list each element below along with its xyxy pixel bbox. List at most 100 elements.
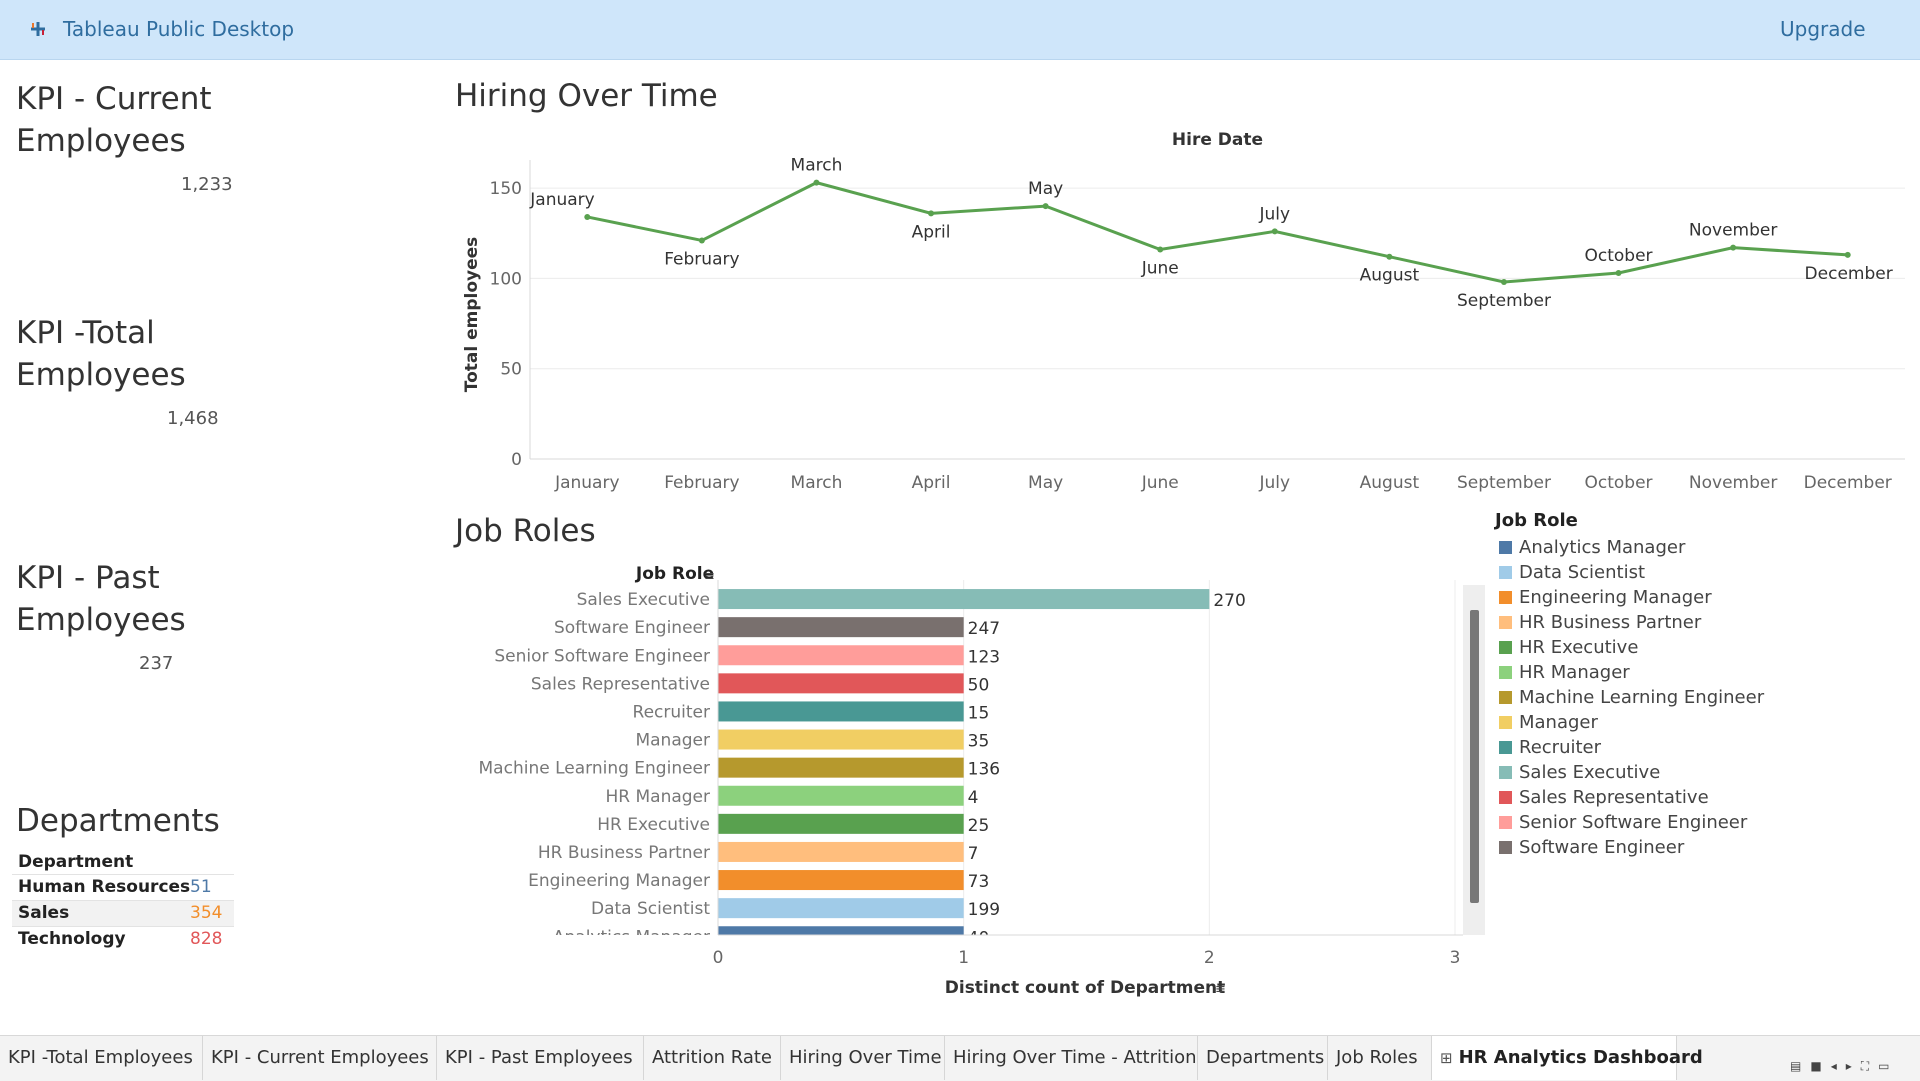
legend-item[interactable]: Sales Representative (1495, 785, 1915, 810)
job-role-column-header: Job Role (635, 564, 714, 584)
legend-label: Sales Executive (1519, 762, 1661, 783)
sort-icon: ≡ (704, 569, 715, 584)
tab-hiring-over-time[interactable]: Hiring Over Time (781, 1036, 945, 1080)
show-sheet-sorter-icon[interactable]: ■ (1810, 1059, 1830, 1073)
tab-hr-analytics-dashboard[interactable]: ⊞ HR Analytics Dashboard (1432, 1036, 1703, 1080)
app-header: Tableau Public Desktop Upgrade (0, 0, 1920, 60)
job-role-label: Engineering Manager (528, 871, 710, 891)
legend-label: Data Scientist (1519, 562, 1645, 583)
data-label: April (912, 222, 951, 242)
bar-value-label: 25 (968, 816, 990, 836)
bar-value-label: 270 (1213, 591, 1245, 611)
legend-item[interactable]: Recruiter (1495, 735, 1915, 760)
legend-item[interactable]: HR Executive (1495, 635, 1915, 660)
hiring-line-chart[interactable]: 0 50 100 150 Hire Date Total employees January… (455, 125, 1910, 510)
x-tick-label: December (1804, 473, 1892, 493)
dashboard-icon: ⊞ (1440, 1049, 1453, 1067)
tab-attrition-rate[interactable]: Attrition Rate (644, 1036, 781, 1080)
bar-value-label: 247 (968, 619, 1000, 639)
show-filmstrip-icon[interactable]: ▤ (1790, 1059, 1810, 1073)
table-row[interactable]: Human Resources 51 (12, 874, 234, 900)
legend-item[interactable]: Senior Software Engineer (1495, 810, 1915, 835)
tab-kpi-total-employees[interactable]: KPI -Total Employees (0, 1036, 203, 1080)
data-label: December (1805, 264, 1893, 284)
x-tick-label: September (1457, 473, 1551, 493)
table-row[interactable]: Sales 354 (12, 900, 234, 926)
job-role-bar (718, 617, 964, 638)
y-tick-label: 50 (500, 360, 522, 380)
x-axis-title: Distinct count of Department (945, 978, 1226, 998)
legend-swatch (1499, 766, 1512, 779)
tab-hiring-over-time-attrition[interactable]: Hiring Over Time - Attrition (945, 1036, 1198, 1080)
legend-label: Recruiter (1519, 737, 1602, 758)
legend-swatch (1499, 616, 1512, 629)
prev-sheet-icon[interactable]: ◂ (1831, 1059, 1846, 1073)
y-tick-label: 0 (511, 450, 522, 470)
x-tick-label: February (664, 473, 739, 493)
scrollbar-thumb[interactable] (1470, 610, 1479, 903)
next-sheet-icon[interactable]: ▸ (1846, 1059, 1861, 1073)
tab-label: Job Roles (1336, 1047, 1418, 1068)
data-point (698, 237, 705, 244)
job-role-label: Senior Software Engineer (494, 646, 710, 666)
data-point (1157, 246, 1164, 253)
x-tick-label: 1 (958, 948, 969, 968)
fullscreen-icon[interactable]: ⛶ (1861, 1059, 1878, 1073)
app-title: Tableau Public Desktop (63, 17, 295, 41)
job-role-label: Sales Executive (577, 590, 710, 610)
legend-swatch (1499, 666, 1512, 679)
legend-label: Engineering Manager (1519, 587, 1712, 608)
bar-value-label: 123 (968, 647, 1000, 667)
data-point (1844, 251, 1851, 258)
legend-swatch (1499, 541, 1512, 554)
department-column-header: Department (18, 852, 134, 872)
job-roles-title: Job Roles (455, 513, 596, 549)
x-tick-label: November (1689, 473, 1777, 493)
data-label: August (1360, 266, 1420, 286)
hiring-over-time-title: Hiring Over Time (455, 78, 718, 114)
data-point (928, 210, 935, 217)
data-label: November (1689, 221, 1777, 241)
bar-value-label: 73 (968, 872, 990, 892)
legend-item[interactable]: Engineering Manager (1495, 585, 1915, 610)
legend-item[interactable]: HR Business Partner (1495, 610, 1915, 635)
data-label: May (1028, 179, 1063, 199)
legend-item[interactable]: Software Engineer (1495, 835, 1915, 860)
job-role-bar (718, 813, 964, 834)
tab-label: Departments (1206, 1047, 1325, 1068)
legend-item[interactable]: Sales Executive (1495, 760, 1915, 785)
x-tick-label: July (1259, 473, 1291, 493)
chart-scrollbar[interactable] (1463, 585, 1485, 935)
legend-item[interactable]: Data Scientist (1495, 560, 1915, 585)
legend-label: Analytics Manager (1519, 537, 1686, 558)
data-point (1271, 228, 1278, 235)
legend-item[interactable]: Analytics Manager (1495, 535, 1915, 560)
tab-kpi-past-employees[interactable]: KPI - Past Employees (437, 1036, 644, 1080)
department-count: 354 (190, 903, 223, 923)
legend-item[interactable]: Manager (1495, 710, 1915, 735)
data-label: February (664, 249, 739, 269)
tab-kpi-current-employees[interactable]: KPI - Current Employees (203, 1036, 437, 1080)
legend-label: HR Executive (1519, 637, 1639, 658)
data-label: October (1585, 246, 1653, 266)
job-role-bar (718, 785, 964, 806)
kpi-past-value: 237 (139, 653, 174, 674)
x-tick-label: 0 (713, 948, 724, 968)
tab-job-roles[interactable]: Job Roles (1328, 1036, 1432, 1080)
legend-item[interactable]: Machine Learning Engineer (1495, 685, 1915, 710)
tab-label: KPI - Current Employees (211, 1047, 429, 1068)
bar-value-label: 199 (968, 900, 1000, 920)
job-role-label: HR Manager (605, 787, 710, 807)
y-tick-label: 100 (490, 269, 522, 289)
tab-label: Hiring Over Time (789, 1047, 942, 1068)
legend-label: Manager (1519, 712, 1598, 733)
tab-departments[interactable]: Departments (1198, 1036, 1328, 1080)
job-role-bar (718, 589, 1210, 610)
table-row[interactable]: Technology 828 (12, 926, 234, 952)
legend-item[interactable]: HR Manager (1495, 660, 1915, 685)
job-roles-bar-chart[interactable]: Sales Executive 270Software Engineer 247Se… (455, 555, 1495, 1005)
tab-label: Hiring Over Time - Attrition (953, 1047, 1197, 1068)
present-icon[interactable]: ▭ (1878, 1059, 1898, 1073)
department-count: 51 (190, 877, 212, 897)
upgrade-link[interactable]: Upgrade (1780, 17, 1866, 41)
